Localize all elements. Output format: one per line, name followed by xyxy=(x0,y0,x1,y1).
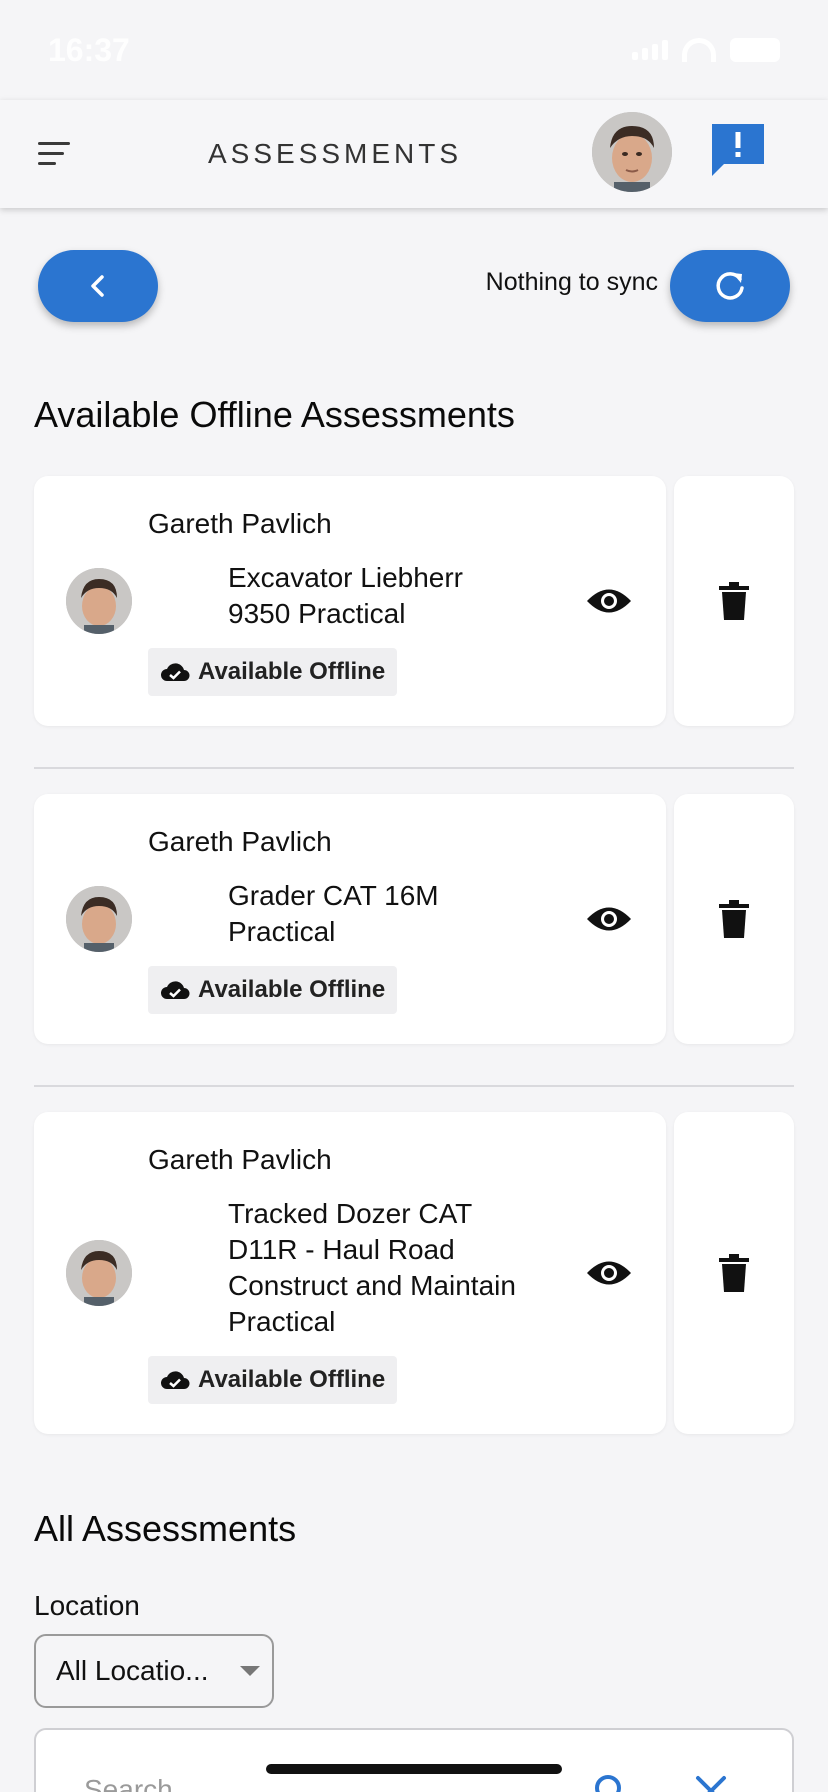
cloud-check-icon xyxy=(161,1371,190,1389)
page-title: ASSESSMENTS xyxy=(208,138,463,169)
view-eye-icon[interactable] xyxy=(586,1258,632,1288)
chevron-left-icon xyxy=(91,275,104,297)
candidate-avatar xyxy=(66,568,132,634)
back-button[interactable] xyxy=(38,250,158,322)
delete-button[interactable] xyxy=(674,794,794,1044)
offline-badge-label: Available Offline xyxy=(198,1366,386,1393)
alert-message-icon xyxy=(712,124,764,176)
trash-icon xyxy=(719,1254,749,1292)
assessment-name: Grader CAT 16M Practical xyxy=(228,880,439,947)
all-assessments-title: All Assessments xyxy=(34,1508,297,1549)
wifi-icon xyxy=(682,38,716,62)
battery-icon xyxy=(730,38,780,62)
candidate-name: Gareth Pavlich xyxy=(148,1144,332,1175)
assessment-name: Excavator Liebherr 9350 Practical xyxy=(228,562,464,629)
view-eye-icon[interactable] xyxy=(586,586,632,616)
delete-button[interactable] xyxy=(674,476,794,726)
refresh-button[interactable] xyxy=(670,250,790,322)
menu-icon[interactable] xyxy=(38,140,72,170)
location-select-value: All Locatio... xyxy=(56,1655,209,1686)
offline-badge-label: Available Offline xyxy=(198,976,386,1003)
home-indicator xyxy=(266,1764,562,1774)
offline-badge: Available Offline xyxy=(148,648,398,696)
assessment-card[interactable]: Gareth Pavlich Tracked Dozer CAT D11R - … xyxy=(34,1112,666,1434)
refresh-icon xyxy=(716,272,744,300)
search-input[interactable]: Search xyxy=(84,1774,173,1792)
offline-badge-label: Available Offline xyxy=(198,658,386,685)
assessment-card[interactable]: Gareth Pavlich Grader CAT 16M Practical … xyxy=(34,794,666,1044)
offline-section-title: Available Offline Assessments xyxy=(34,394,515,435)
cloud-check-icon xyxy=(161,981,190,999)
candidate-name: Gareth Pavlich xyxy=(148,508,332,539)
status-bar: 16:37 xyxy=(0,0,828,100)
assessment-card[interactable]: Gareth Pavlich Excavator Liebherr 9350 P… xyxy=(34,476,666,726)
delete-button[interactable] xyxy=(674,1112,794,1434)
search-box[interactable]: Search xyxy=(34,1728,794,1792)
trash-icon xyxy=(719,900,749,938)
offline-badge: Available Offline xyxy=(148,1356,398,1404)
search-icon[interactable] xyxy=(592,1772,632,1792)
candidate-name: Gareth Pavlich xyxy=(148,826,332,857)
assessment-name: Tracked Dozer CAT D11R - Haul Road Const… xyxy=(228,1198,516,1337)
status-time: 16:37 xyxy=(48,32,130,68)
alert-message-button[interactable] xyxy=(710,120,766,176)
dropdown-caret-icon xyxy=(240,1666,260,1676)
clear-icon[interactable] xyxy=(694,1774,728,1792)
view-eye-icon[interactable] xyxy=(586,904,632,934)
app-header: ASSESSMENTS xyxy=(0,100,828,208)
status-icons xyxy=(632,38,780,62)
location-select[interactable]: All Locatio... xyxy=(34,1634,274,1708)
user-avatar[interactable] xyxy=(592,112,672,192)
trash-icon xyxy=(719,582,749,620)
divider xyxy=(34,767,794,769)
divider xyxy=(34,1085,794,1087)
candidate-avatar xyxy=(66,1240,132,1306)
offline-badge: Available Offline xyxy=(148,966,398,1014)
location-label: Location xyxy=(34,1590,140,1621)
cloud-check-icon xyxy=(161,663,190,681)
sync-status: Nothing to sync xyxy=(485,268,658,296)
signal-icon xyxy=(632,40,668,60)
candidate-avatar xyxy=(66,886,132,952)
